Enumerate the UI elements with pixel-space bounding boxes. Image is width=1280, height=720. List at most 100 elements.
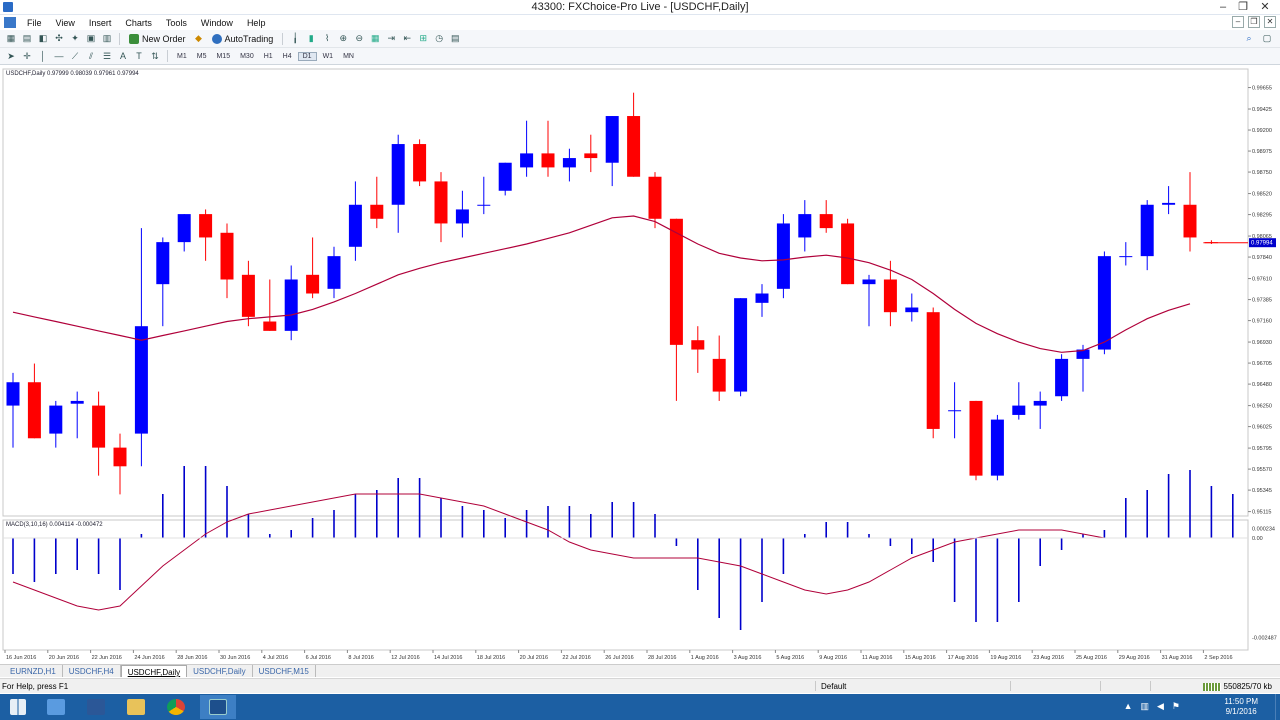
date-tick-label: 11 Aug 2016 bbox=[862, 655, 892, 661]
menu-bar: File View Insert Charts Tools Window Hel… bbox=[0, 15, 1280, 30]
new-chart-icon[interactable]: ▦ bbox=[4, 32, 18, 45]
text-label-icon[interactable]: T bbox=[132, 50, 146, 63]
flag-icon[interactable]: ⚑ bbox=[1172, 701, 1180, 712]
toolbar-separator bbox=[167, 50, 168, 62]
new-order-button[interactable]: New Order bbox=[125, 32, 190, 46]
tab-usdchf-m15[interactable]: USDCHF,M15 bbox=[253, 665, 316, 677]
trendline-icon[interactable]: ⟋ bbox=[68, 50, 82, 63]
timeframe-h4[interactable]: H4 bbox=[279, 53, 296, 60]
tile-windows-icon[interactable]: ▦ bbox=[368, 32, 382, 45]
date-tick-label: 22 Jun 2016 bbox=[92, 655, 122, 661]
terminal-icon[interactable]: ▣ bbox=[84, 32, 98, 45]
tab-usdchf-h4[interactable]: USDCHF,H4 bbox=[63, 665, 121, 677]
timeframe-m5[interactable]: M5 bbox=[193, 53, 211, 60]
timeframe-m15[interactable]: M15 bbox=[212, 53, 234, 60]
start-button[interactable] bbox=[0, 695, 36, 719]
close-icon[interactable]: ✕ bbox=[1256, 0, 1274, 15]
candle-body bbox=[948, 410, 962, 412]
vertical-line-icon[interactable]: │ bbox=[36, 50, 50, 63]
connection-status[interactable]: 550825/70 kb bbox=[1202, 682, 1272, 691]
candle-body bbox=[1140, 204, 1154, 257]
cursor-icon[interactable]: ➤ bbox=[4, 50, 18, 63]
taskbar-folder[interactable] bbox=[118, 695, 154, 719]
date-tick-label: 2 Sep 2016 bbox=[1204, 655, 1232, 661]
candle-body bbox=[776, 223, 790, 289]
zoom-out-icon[interactable]: ⊖ bbox=[352, 32, 366, 45]
candle-body bbox=[1183, 204, 1197, 238]
candle-body bbox=[1162, 202, 1176, 205]
strategy-tester-icon[interactable]: ▥ bbox=[100, 32, 114, 45]
zoom-in-icon[interactable]: ⊕ bbox=[336, 32, 350, 45]
tab-usdchf-daily-2[interactable]: USDCHF,Daily bbox=[187, 665, 253, 677]
fibonacci-icon[interactable]: ☰ bbox=[100, 50, 114, 63]
text-icon[interactable]: A bbox=[116, 50, 130, 63]
line-chart-icon[interactable]: ⌇ bbox=[320, 32, 334, 45]
data-window-icon[interactable]: ✣ bbox=[52, 32, 66, 45]
child-minimize-icon[interactable]: – bbox=[1232, 16, 1244, 28]
macd-tick-label: -0.002487 bbox=[1252, 635, 1277, 641]
windows-taskbar: ▲ ▥ ◀ ⚑ 11:50 PM 9/1/2016 bbox=[0, 694, 1280, 720]
timeframe-m1[interactable]: M1 bbox=[173, 53, 191, 60]
timeframe-d1[interactable]: D1 bbox=[297, 51, 317, 61]
candlestick-icon[interactable]: ▮ bbox=[304, 32, 318, 45]
taskbar-fxchoice[interactable] bbox=[200, 695, 236, 719]
tray-chevron-icon[interactable]: ▲ bbox=[1124, 701, 1133, 712]
autotrading-button[interactable]: AutoTrading bbox=[208, 32, 278, 46]
child-close-icon[interactable]: ✕ bbox=[1264, 16, 1276, 28]
minimize-icon[interactable]: – bbox=[1214, 0, 1232, 15]
toolbar-separator bbox=[119, 32, 120, 45]
restore-icon[interactable]: ❐ bbox=[1234, 0, 1252, 15]
search-icon[interactable]: ⌕ bbox=[1242, 32, 1256, 45]
macd-axis: 0.000234 0.00 -0.002487 bbox=[1252, 527, 1277, 642]
metaeditor-icon[interactable]: ◆ bbox=[192, 32, 206, 45]
timeframe-m30[interactable]: M30 bbox=[236, 53, 258, 60]
price-tick-label: 0.96930 bbox=[1252, 340, 1272, 346]
menu-charts[interactable]: Charts bbox=[118, 18, 159, 28]
child-restore-icon[interactable]: ❐ bbox=[1248, 16, 1260, 28]
timeframe-mn[interactable]: MN bbox=[339, 53, 358, 60]
taskbar-clock[interactable]: 11:50 PM 9/1/2016 bbox=[1224, 697, 1258, 717]
templates-icon[interactable]: ▤ bbox=[448, 32, 462, 45]
menu-view[interactable]: View bbox=[49, 18, 82, 28]
price-tick-label: 0.97840 bbox=[1252, 255, 1272, 261]
crosshair-icon[interactable]: ✛ bbox=[20, 50, 34, 63]
volume-icon[interactable]: ◀ bbox=[1157, 701, 1164, 712]
date-tick-label: 9 Aug 2016 bbox=[819, 655, 847, 661]
profiles-icon[interactable]: ▤ bbox=[20, 32, 34, 45]
autotrading-label: AutoTrading bbox=[224, 33, 274, 44]
horizontal-line-icon[interactable]: — bbox=[52, 50, 66, 63]
menu-file[interactable]: File bbox=[20, 18, 49, 28]
document-icon[interactable] bbox=[4, 17, 16, 28]
price-chart[interactable]: 0.99655 0.99425 0.99200 0.98975 0.98750 0.985… bbox=[0, 66, 1280, 663]
indicators-icon[interactable]: ⊞ bbox=[416, 32, 430, 45]
timeframe-h1[interactable]: H1 bbox=[260, 53, 277, 60]
timeframe-w1[interactable]: W1 bbox=[319, 53, 338, 60]
tab-eurnzd-h1[interactable]: EURNZD,H1 bbox=[4, 665, 63, 677]
help-text: For Help, press F1 bbox=[2, 682, 69, 691]
menu-help[interactable]: Help bbox=[240, 18, 273, 28]
market-watch-icon[interactable]: ◧ bbox=[36, 32, 50, 45]
arrows-icon[interactable]: ⇅ bbox=[148, 50, 162, 63]
candle-body bbox=[6, 382, 20, 406]
channel-icon[interactable]: ⫽ bbox=[84, 50, 98, 63]
menu-insert[interactable]: Insert bbox=[82, 18, 119, 28]
taskbar-powershell[interactable] bbox=[78, 695, 114, 719]
candle-body bbox=[348, 204, 362, 247]
taskbar-explorer[interactable] bbox=[38, 695, 74, 719]
bar-chart-icon[interactable]: ╽ bbox=[288, 32, 302, 45]
candle-body bbox=[241, 274, 255, 317]
auto-scroll-icon[interactable]: ⇥ bbox=[384, 32, 398, 45]
show-desktop[interactable] bbox=[1275, 694, 1280, 720]
menu-window[interactable]: Window bbox=[194, 18, 240, 28]
chat-icon[interactable]: ▢ bbox=[1260, 32, 1274, 45]
network-icon[interactable]: ▥ bbox=[1140, 701, 1149, 712]
periods-icon[interactable]: ◷ bbox=[432, 32, 446, 45]
menu-tools[interactable]: Tools bbox=[159, 18, 194, 28]
tab-usdchf-daily[interactable]: USDCHF,Daily bbox=[120, 665, 188, 677]
candle-body bbox=[905, 307, 919, 313]
chart-shift-icon[interactable]: ⇤ bbox=[400, 32, 414, 45]
chart-window[interactable]: 0.99655 0.99425 0.99200 0.98975 0.98750 0.985… bbox=[0, 66, 1280, 663]
navigator-icon[interactable]: ✦ bbox=[68, 32, 82, 45]
taskbar-chrome[interactable] bbox=[158, 695, 194, 719]
folder-icon bbox=[127, 699, 145, 715]
